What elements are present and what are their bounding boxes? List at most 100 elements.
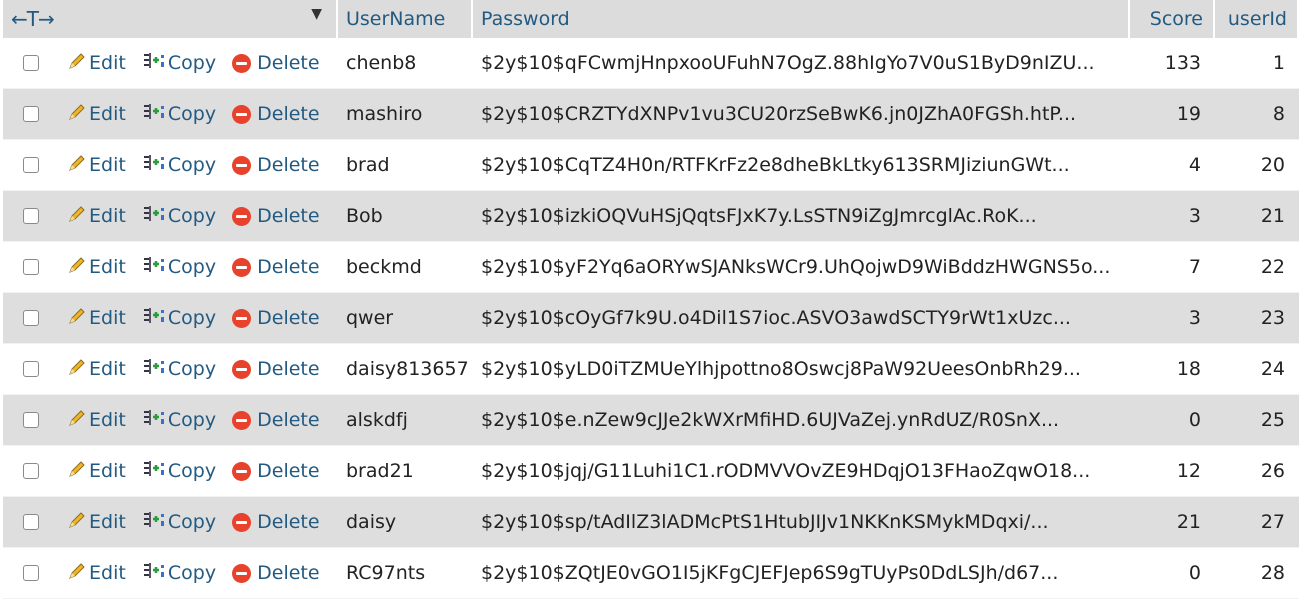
copy-button[interactable]: Copy [142,510,216,535]
cell-userid[interactable]: 22 [1215,242,1299,293]
edit-button[interactable]: Edit [67,408,126,433]
delete-label: Delete [257,205,320,227]
edit-button[interactable]: Edit [67,561,126,586]
delete-button[interactable]: Delete [232,358,320,380]
row-checkbox[interactable] [23,463,39,479]
delete-button[interactable]: Delete [232,511,320,533]
cell-userid[interactable]: 20 [1215,140,1299,191]
cell-score[interactable]: 12 [1130,446,1215,497]
cell-userid[interactable]: 23 [1215,293,1299,344]
copy-button[interactable]: Copy [142,51,216,76]
cell-userid[interactable]: 21 [1215,191,1299,242]
copy-button[interactable]: Copy [142,357,216,382]
cell-score[interactable]: 0 [1130,548,1215,599]
row-checkbox[interactable] [23,157,39,173]
row-checkbox[interactable] [23,310,39,326]
copy-button[interactable]: Copy [142,306,216,331]
delete-button[interactable]: Delete [232,562,320,584]
cell-userid[interactable]: 24 [1215,344,1299,395]
cell-score[interactable]: 21 [1130,497,1215,548]
delete-button[interactable]: Delete [232,103,320,125]
edit-label: Edit [89,51,126,74]
row-checkbox[interactable] [23,259,39,275]
copy-button[interactable]: Copy [142,102,216,127]
delete-icon [232,309,252,328]
cell-password[interactable]: $2y$10$qFCwmjHnpxooUFuhN7OgZ.88hIgYo7V0u… [473,38,1130,89]
sort-dropdown-icon[interactable]: ▼ [311,6,322,22]
cell-password[interactable]: $2y$10$CqTZ4H0n/RTFKrFz2e8dheBkLtky613SR… [473,140,1130,191]
copy-label: Copy [167,153,217,176]
cell-username[interactable]: brad21 [338,446,473,497]
delete-button[interactable]: Delete [232,154,320,176]
column-header-username[interactable]: UserName [338,0,473,38]
copy-button[interactable]: Copy [142,204,216,229]
row-checkbox[interactable] [23,565,39,581]
delete-button[interactable]: Delete [232,307,320,329]
table-row: Edit Copy Delete daisy813657 $2y$10$yLD0… [3,344,1299,395]
cell-score[interactable]: 3 [1130,191,1215,242]
cell-password[interactable]: $2y$10$ZQtJE0vGO1I5jKFgCJEFJep6S9gTUyPs0… [473,548,1130,599]
cell-username[interactable]: mashiro [338,89,473,140]
cell-score[interactable]: 18 [1130,344,1215,395]
copy-button[interactable]: Copy [142,561,216,586]
delete-button[interactable]: Delete [232,52,320,74]
copy-button[interactable]: Copy [142,255,216,280]
column-header-userid[interactable]: userId [1215,0,1299,38]
edit-button[interactable]: Edit [67,153,126,178]
cell-password[interactable]: $2y$10$e.nZew9cJJe2kWXrMfiHD.6UJVaZej.yn… [473,395,1130,446]
copy-button[interactable]: Copy [142,408,216,433]
cell-score[interactable]: 7 [1130,242,1215,293]
cell-userid[interactable]: 1 [1215,38,1299,89]
copy-label: Copy [167,459,217,482]
cell-score[interactable]: 0 [1130,395,1215,446]
row-checkbox[interactable] [23,208,39,224]
cell-password[interactable]: $2y$10$sp/tAdIlZ3lADMcPtS1HtubJIJv1NKKnK… [473,497,1130,548]
edit-button[interactable]: Edit [67,102,126,127]
delete-button[interactable]: Delete [232,205,320,227]
row-checkbox[interactable] [23,412,39,428]
cell-userid[interactable]: 26 [1215,446,1299,497]
cell-password[interactable]: $2y$10$yF2Yq6aORYwSJANksWCr9.UhQojwD9WiB… [473,242,1130,293]
cell-username[interactable]: brad [338,140,473,191]
cell-userid[interactable]: 27 [1215,497,1299,548]
cell-score[interactable]: 3 [1130,293,1215,344]
edit-button[interactable]: Edit [67,255,126,280]
cell-username[interactable]: alskdfj [338,395,473,446]
cell-username[interactable]: qwer [338,293,473,344]
edit-button[interactable]: Edit [67,204,126,229]
edit-button[interactable]: Edit [67,357,126,382]
column-expand-arrows-icon[interactable]: ←T→ [11,7,55,31]
cell-username[interactable]: daisy [338,497,473,548]
cell-password[interactable]: $2y$10$jqj/G11Luhi1C1.rODMVVOvZE9HDqjO13… [473,446,1130,497]
row-checkbox[interactable] [23,514,39,530]
cell-userid[interactable]: 25 [1215,395,1299,446]
cell-password[interactable]: $2y$10$yLD0iTZMUeYlhjpottno8Oswcj8PaW92U… [473,344,1130,395]
cell-score[interactable]: 133 [1130,38,1215,89]
cell-password[interactable]: $2y$10$izkiOQVuHSjQqtsFJxK7y.LsSTN9iZgJm… [473,191,1130,242]
row-checkbox[interactable] [23,106,39,122]
edit-button[interactable]: Edit [67,510,126,535]
row-checkbox[interactable] [23,361,39,377]
cell-userid[interactable]: 28 [1215,548,1299,599]
cell-username[interactable]: Bob [338,191,473,242]
copy-button[interactable]: Copy [142,459,216,484]
cell-username[interactable]: chenb8 [338,38,473,89]
cell-username[interactable]: daisy813657 [338,344,473,395]
cell-userid[interactable]: 8 [1215,89,1299,140]
delete-button[interactable]: Delete [232,409,320,431]
column-header-password[interactable]: Password [473,0,1130,38]
cell-password[interactable]: $2y$10$CRZTYdXNPv1vu3CU20rzSeBwK6.jn0JZh… [473,89,1130,140]
column-header-score[interactable]: Score [1130,0,1215,38]
edit-button[interactable]: Edit [67,51,126,76]
cell-username[interactable]: RC97nts [338,548,473,599]
delete-button[interactable]: Delete [232,460,320,482]
edit-button[interactable]: Edit [67,306,126,331]
copy-button[interactable]: Copy [142,153,216,178]
cell-score[interactable]: 4 [1130,140,1215,191]
cell-password[interactable]: $2y$10$cOyGf7k9U.o4Dil1S7ioc.ASVO3awdSCT… [473,293,1130,344]
edit-button[interactable]: Edit [67,459,126,484]
cell-score[interactable]: 19 [1130,89,1215,140]
delete-button[interactable]: Delete [232,256,320,278]
cell-username[interactable]: beckmd [338,242,473,293]
row-checkbox[interactable] [23,55,39,71]
